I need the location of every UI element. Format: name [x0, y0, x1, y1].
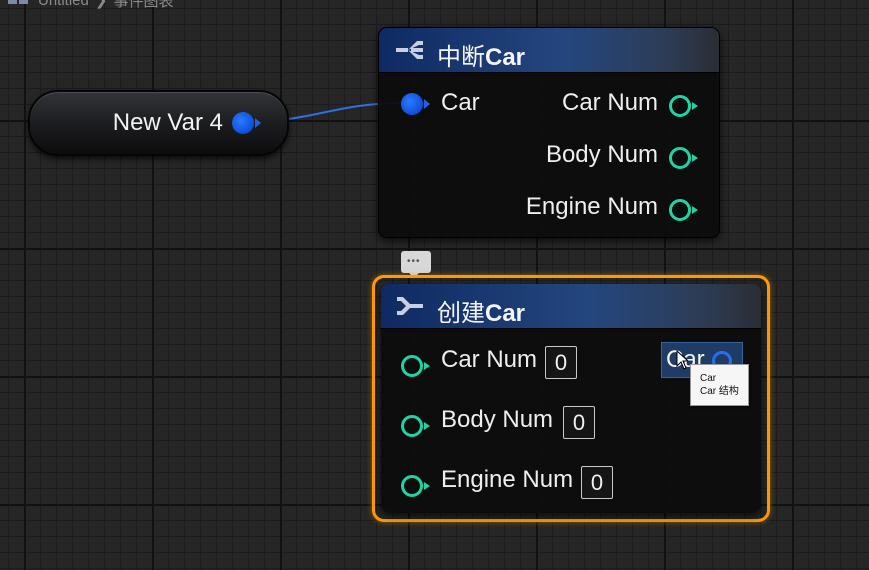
- break-struct-node[interactable]: 中断Car Car Car Num Body Num Engine Num: [378, 27, 720, 238]
- node-header: 中断Car: [379, 28, 719, 73]
- make-input-label: Car Num: [441, 346, 538, 373]
- break-input-label: Car: [441, 89, 480, 116]
- break-output-pin[interactable]: [669, 95, 698, 117]
- make-input-pin[interactable]: [401, 355, 430, 377]
- mouse-cursor-icon: [676, 350, 690, 370]
- make-input-label: Engine Num: [441, 466, 574, 493]
- break-struct-icon: [396, 41, 423, 59]
- node-title: 中断Car: [437, 44, 526, 71]
- break-input-pin[interactable]: [401, 93, 430, 115]
- make-input-label: Body Num: [441, 406, 554, 433]
- variable-output-pin[interactable]: [232, 112, 261, 134]
- break-output-pin[interactable]: [669, 199, 698, 221]
- make-input-pin[interactable]: [401, 475, 430, 497]
- comment-bubble-icon[interactable]: •••: [401, 251, 431, 278]
- make-input-pin[interactable]: [401, 415, 430, 437]
- tooltip-title: Car: [700, 373, 717, 384]
- variable-node[interactable]: New Var 4: [28, 90, 289, 156]
- break-output-label: Engine Num: [525, 193, 658, 220]
- make-struct-icon: [397, 297, 423, 315]
- break-output-label: Car Num: [561, 89, 658, 116]
- pin-tooltip: Car Car 结构: [690, 364, 749, 406]
- tooltip-type: Car 结构: [700, 386, 739, 397]
- int-input-field[interactable]: 0: [581, 466, 613, 499]
- break-output-label: Body Num: [545, 141, 658, 168]
- node-header: 创建Car: [381, 284, 761, 329]
- break-output-pin[interactable]: [669, 147, 698, 169]
- int-input-field[interactable]: 0: [545, 346, 577, 379]
- int-input-field[interactable]: 0: [563, 406, 595, 439]
- variable-name: New Var 4: [112, 109, 223, 136]
- node-title: 创建Car: [437, 300, 526, 327]
